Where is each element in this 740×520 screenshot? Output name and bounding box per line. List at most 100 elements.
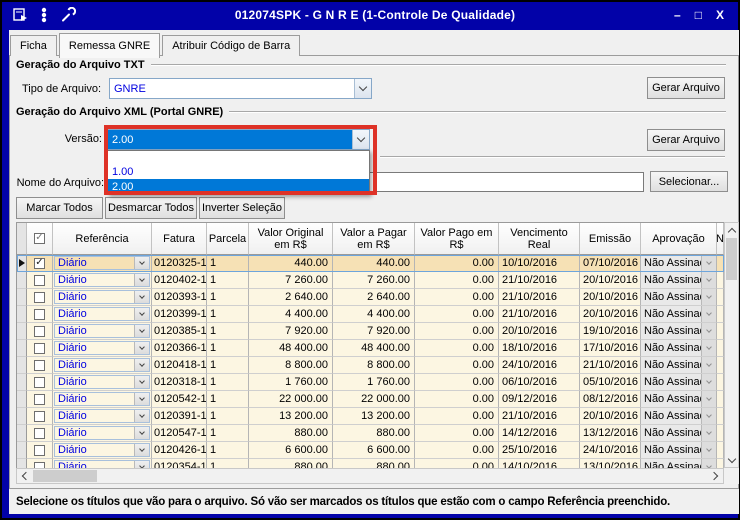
referencia-combobox[interactable]: Diário xyxy=(54,443,150,457)
row-checkbox[interactable] xyxy=(34,393,45,405)
combo-dropdown-button[interactable] xyxy=(352,130,369,149)
parcela-cell[interactable]: 1 xyxy=(207,357,249,374)
row-checkbox[interactable] xyxy=(34,427,45,439)
valor-original-cell[interactable]: 880.00 xyxy=(249,459,333,468)
row-checkbox-cell[interactable] xyxy=(27,340,53,357)
combo-dropdown-button[interactable] xyxy=(354,79,371,98)
row-checkbox-cell[interactable] xyxy=(27,408,53,425)
combo-dropdown-button[interactable] xyxy=(134,291,149,303)
combo-dropdown-button[interactable] xyxy=(134,393,149,405)
referencia-combobox[interactable]: Diário xyxy=(54,409,150,423)
row-checkbox[interactable] xyxy=(34,308,45,320)
valor-a-pagar-cell[interactable]: 7 260.00 xyxy=(333,272,415,289)
valor-original-cell[interactable]: 22 000.00 xyxy=(249,391,333,408)
row-checkbox-cell[interactable] xyxy=(27,374,53,391)
valor-pago-cell[interactable]: 0.00 xyxy=(415,323,499,340)
gerar-arquivo-txt-button[interactable]: Gerar Arquivo xyxy=(647,77,725,99)
table-row[interactable]: Diário 0120318-1 1 1 760.00 1 760.00 0.0… xyxy=(17,374,724,391)
emissao-cell[interactable]: 24/10/2016 xyxy=(580,442,641,459)
fatura-cell[interactable]: 0120385-1 xyxy=(152,323,207,340)
row-checkbox[interactable] xyxy=(34,410,45,422)
aprovacao-cell[interactable]: Não Assinado xyxy=(641,323,717,340)
referencia-combobox[interactable]: Diário xyxy=(54,375,150,389)
aprovacao-cell[interactable]: Não Assinado xyxy=(641,374,717,391)
fatura-cell[interactable]: 0120426-1 xyxy=(152,442,207,459)
combo-dropdown-button[interactable] xyxy=(134,444,149,456)
vencimento-real-cell[interactable]: 21/10/2016 xyxy=(499,289,580,306)
emissao-cell[interactable]: 07/10/2016 xyxy=(580,255,641,272)
valor-pago-cell[interactable]: 0.00 xyxy=(415,357,499,374)
valor-a-pagar-cell[interactable]: 2 640.00 xyxy=(333,289,415,306)
row-checkbox[interactable] xyxy=(34,359,45,371)
aprovacao-cell[interactable]: Não Assinado xyxy=(641,459,717,468)
header-checkbox-cell[interactable] xyxy=(27,223,53,255)
version-dropdown-list[interactable]: 1.00 2.00 xyxy=(107,150,370,195)
referencia-cell[interactable]: Diário xyxy=(53,425,152,442)
emissao-cell[interactable]: 13/12/2016 xyxy=(580,425,641,442)
emissao-cell[interactable]: 17/10/2016 xyxy=(580,340,641,357)
emissao-cell[interactable]: 21/10/2016 xyxy=(580,357,641,374)
parcela-cell[interactable]: 1 xyxy=(207,272,249,289)
valor-a-pagar-cell[interactable]: 440.00 xyxy=(333,255,415,272)
tab-atribuir-codigo-de-barra[interactable]: Atribuir Código de Barra xyxy=(162,35,301,56)
vencimento-real-cell[interactable]: 10/10/2016 xyxy=(499,255,580,272)
vencimento-real-cell[interactable]: 06/10/2016 xyxy=(499,374,580,391)
parcela-cell[interactable]: 1 xyxy=(207,391,249,408)
vencimento-real-cell[interactable]: 21/10/2016 xyxy=(499,272,580,289)
valor-pago-cell[interactable]: 0.00 xyxy=(415,306,499,323)
selecionar-button[interactable]: Selecionar... xyxy=(650,171,728,192)
fatura-cell[interactable]: 0120542-1 xyxy=(152,391,207,408)
valor-pago-cell[interactable]: 0.00 xyxy=(415,408,499,425)
valor-original-cell[interactable]: 4 400.00 xyxy=(249,306,333,323)
parcela-cell[interactable]: 1 xyxy=(207,340,249,357)
referencia-cell[interactable]: Diário xyxy=(53,289,152,306)
header-fatura[interactable]: Fatura xyxy=(152,223,207,255)
valor-pago-cell[interactable]: 0.00 xyxy=(415,442,499,459)
row-checkbox-cell[interactable] xyxy=(27,306,53,323)
dropdown-option[interactable]: 2.00 xyxy=(108,179,369,194)
valor-a-pagar-cell[interactable]: 880.00 xyxy=(333,425,415,442)
table-row[interactable]: Diário 0120542-1 1 22 000.00 22 000.00 0… xyxy=(17,391,724,408)
valor-original-cell[interactable]: 13 200.00 xyxy=(249,408,333,425)
referencia-combobox[interactable]: Diário xyxy=(54,426,150,440)
emissao-cell[interactable]: 20/10/2016 xyxy=(580,306,641,323)
valor-a-pagar-cell[interactable]: 1 760.00 xyxy=(333,374,415,391)
table-row[interactable]: Diário 0120426-1 1 6 600.00 6 600.00 0.0… xyxy=(17,442,724,459)
parcela-cell[interactable]: 1 xyxy=(207,442,249,459)
maximize-button[interactable]: □ xyxy=(695,8,702,22)
row-checkbox[interactable] xyxy=(34,376,45,388)
table-row[interactable]: Diário 0120354-1 1 880.00 880.00 0.00 14… xyxy=(17,459,724,468)
combo-dropdown-button[interactable] xyxy=(134,376,149,388)
aprovacao-cell[interactable]: Não Assinado xyxy=(641,357,717,374)
tab-remessa-gnre[interactable]: Remessa GNRE xyxy=(58,33,161,58)
table-row[interactable]: Diário 0120393-1 1 2 640.00 2 640.00 0.0… xyxy=(17,289,724,306)
vencimento-real-cell[interactable]: 14/12/2016 xyxy=(499,425,580,442)
emissao-cell[interactable]: 20/10/2016 xyxy=(580,408,641,425)
row-checkbox-cell[interactable] xyxy=(27,255,53,272)
referencia-cell[interactable]: Diário xyxy=(53,408,152,425)
referencia-combobox[interactable]: Diário xyxy=(54,273,150,287)
referencia-cell[interactable]: Diário xyxy=(53,391,152,408)
fatura-cell[interactable]: 0120547-1 xyxy=(152,425,207,442)
valor-pago-cell[interactable]: 0.00 xyxy=(415,374,499,391)
fatura-cell[interactable]: 0120402-1 xyxy=(152,272,207,289)
header-referencia[interactable]: Referência xyxy=(53,223,152,255)
vencimento-real-cell[interactable]: 21/10/2016 xyxy=(499,408,580,425)
parcela-cell[interactable]: 1 xyxy=(207,374,249,391)
referencia-combobox[interactable]: Diário xyxy=(54,256,150,270)
table-row[interactable]: Diário 0120418-1 1 8 800.00 8 800.00 0.0… xyxy=(17,357,724,374)
header-valor-original[interactable]: Valor Original em R$ xyxy=(249,223,333,255)
vencimento-real-cell[interactable]: 18/10/2016 xyxy=(499,340,580,357)
fatura-cell[interactable]: 0120366-1 xyxy=(152,340,207,357)
aprovacao-cell[interactable]: Não Assinado xyxy=(641,408,717,425)
valor-pago-cell[interactable]: 0.00 xyxy=(415,255,499,272)
vencimento-real-cell[interactable]: 14/10/2016 xyxy=(499,459,580,468)
fatura-cell[interactable]: 0120399-1 xyxy=(152,306,207,323)
fatura-cell[interactable]: 0120318-1 xyxy=(152,374,207,391)
vertical-scrollbar[interactable] xyxy=(724,222,739,468)
scroll-down-button[interactable] xyxy=(725,453,738,467)
table-row[interactable]: Diário 0120402-1 1 7 260.00 7 260.00 0.0… xyxy=(17,272,724,289)
emissao-cell[interactable]: 19/10/2016 xyxy=(580,323,641,340)
row-checkbox[interactable] xyxy=(34,291,45,303)
referencia-cell[interactable]: Diário xyxy=(53,340,152,357)
